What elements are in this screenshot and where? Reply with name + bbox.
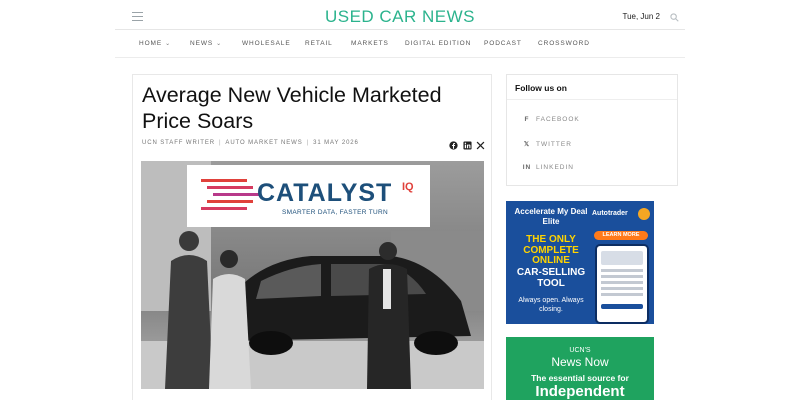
catalyst-iq-banner: CATALYST IQ SMARTER DATA, FASTER TURN <box>187 165 430 227</box>
article-card: Average New Vehicle Marketed Price Soars… <box>132 74 492 400</box>
nav-label: NEWS <box>190 40 214 47</box>
ad-subtext: Always open. Always closing. <box>518 297 584 313</box>
social-label: FACEBOOK <box>536 116 580 123</box>
nav-item-wholesale[interactable]: WHOLESALE <box>242 40 291 47</box>
learn-more-button[interactable]: LEARN MORE <box>594 231 648 240</box>
divider <box>507 99 677 100</box>
linkedin-icon[interactable] <box>463 141 472 150</box>
social-label: TWITTER <box>536 141 572 148</box>
meta-separator: | <box>218 140 222 146</box>
phone-mockup-icon <box>595 244 649 324</box>
ad2-line2: News Now <box>551 355 609 369</box>
ad-yellow-text: THE ONLY COMPLETE ONLINE <box>523 234 579 266</box>
catalyst-logo-text: CATALYST <box>257 179 393 207</box>
autotrader-brand: Autotrader <box>592 210 628 217</box>
nav-item-crossword[interactable]: CROSSWORD <box>538 40 590 47</box>
nav-label: HOME <box>139 40 163 47</box>
ad2-line1: UCN'S <box>569 347 591 354</box>
nav-item-podcast[interactable]: PODCAST <box>484 40 522 47</box>
ad-white-text: CAR-SELLING TOOL <box>516 267 586 289</box>
article-author[interactable]: UCN STAFF WRITER <box>142 140 215 146</box>
article-headline: Average New Vehicle Marketed Price Soars <box>142 83 442 133</box>
catalyst-logo-suffix: IQ <box>402 181 414 193</box>
follow-us-title: Follow us on <box>515 83 567 93</box>
main-nav: HOME ⌄ NEWS ⌄ WHOLESALE RETAIL MARKETS DIG… <box>115 31 685 58</box>
x-icon[interactable] <box>476 141 485 150</box>
autotrader-ad[interactable]: Accelerate My Deal Elite THE ONLY COMPLE… <box>506 201 654 324</box>
follow-us-box: Follow us on f FACEBOOK 𝕏 TWITTER in LINKED… <box>506 74 678 186</box>
news-now-ad[interactable]: UCN'S News Now The essential source for … <box>506 337 654 400</box>
nav-item-digital-edition[interactable]: DIGITAL EDITION <box>405 40 471 47</box>
x-icon: 𝕏 <box>523 141 531 148</box>
chevron-down-icon: ⌄ <box>216 41 223 47</box>
social-link-linkedin[interactable]: in LINKEDIN <box>522 164 574 171</box>
current-date: Tue, Jun 2 <box>622 12 660 21</box>
meta-separator: | <box>306 140 310 146</box>
search-icon[interactable] <box>670 13 679 22</box>
nav-item-markets[interactable]: MARKETS <box>351 40 389 47</box>
article-category[interactable]: AUTO MARKET NEWS <box>225 140 302 146</box>
top-bar: USED CAR NEWS Tue, Jun 2 <box>115 6 685 30</box>
nav-item-home[interactable]: HOME ⌄ <box>139 40 171 47</box>
facebook-icon: f <box>524 116 530 123</box>
catalyst-logo-mark-icon <box>201 179 259 210</box>
social-link-twitter[interactable]: 𝕏 TWITTER <box>522 140 572 148</box>
social-link-facebook[interactable]: f FACEBOOK <box>522 116 580 123</box>
article-hero-image: CATALYST IQ SMARTER DATA, FASTER TURN <box>141 161 484 389</box>
article-meta: UCN STAFF WRITER | AUTO MARKET NEWS | 31 MAY… <box>142 140 359 146</box>
facebook-icon[interactable] <box>449 141 458 150</box>
ad2-line4: Independent <box>535 383 625 400</box>
ad-headline: Accelerate My Deal Elite <box>514 207 588 226</box>
ad2-line3: The essential source for <box>531 373 629 383</box>
nav-item-news[interactable]: NEWS ⌄ <box>190 40 222 47</box>
catalyst-tagline: SMARTER DATA, FASTER TURN <box>282 209 388 216</box>
social-label: LINKEDIN <box>536 164 574 171</box>
linkedin-icon: in <box>522 164 532 171</box>
chevron-down-icon: ⌄ <box>165 41 172 47</box>
site-title[interactable]: USED CAR NEWS <box>115 7 685 27</box>
autotrader-logo-icon <box>638 208 650 220</box>
nav-item-retail[interactable]: RETAIL <box>305 40 333 47</box>
article-date: 31 MAY 2026 <box>313 140 359 146</box>
